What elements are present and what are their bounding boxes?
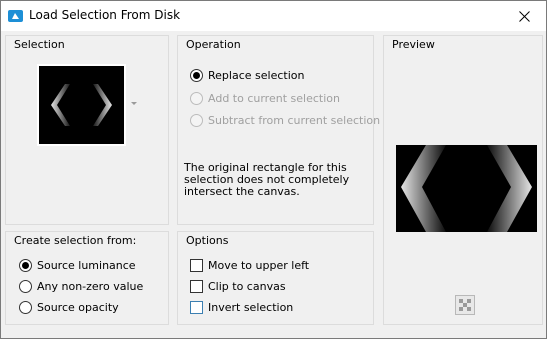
replace-selection-radio[interactable]: Replace selection (190, 67, 304, 83)
radio-label: Any non-zero value (37, 279, 144, 293)
radio-indicator (190, 91, 203, 105)
create-from-heading: Create selection from: (14, 234, 137, 247)
preview-heading: Preview (392, 38, 435, 51)
radio-label: Subtract from current selection (208, 113, 381, 127)
preview-shape-image (401, 145, 532, 232)
checkbox-box[interactable] (190, 258, 203, 272)
selection-heading: Selection (14, 38, 65, 51)
dialog-window: Load Selection From Disk Selection Opera… (0, 0, 547, 339)
move-to-upper-left-checkbox[interactable]: Move to upper left (190, 257, 309, 273)
checkbox-box[interactable] (190, 300, 203, 314)
add-to-selection-radio: Add to current selection (190, 90, 340, 106)
intersection-note: The original rectangle for this selectio… (184, 161, 350, 198)
title-bar[interactable]: Load Selection From Disk (1, 1, 546, 31)
radio-indicator (190, 113, 203, 127)
radio-indicator[interactable] (19, 279, 32, 293)
app-icon (8, 10, 23, 22)
options-heading: Options (186, 234, 229, 247)
any-non-zero-radio[interactable]: Any non-zero value (19, 278, 143, 294)
clip-to-canvas-checkbox[interactable]: Clip to canvas (190, 278, 286, 294)
radio-indicator[interactable] (19, 300, 32, 314)
transparency-checker-icon[interactable] (455, 295, 475, 315)
close-icon (518, 10, 530, 22)
checkbox-box[interactable] (190, 279, 203, 293)
selection-shape-image (51, 84, 112, 126)
radio-indicator[interactable] (190, 68, 203, 82)
checkbox-label: Move to upper left (208, 258, 310, 272)
radio-label: Source luminance (37, 258, 136, 272)
checkbox-label: Clip to canvas (208, 279, 286, 293)
radio-label: Add to current selection (208, 91, 340, 105)
invert-selection-checkbox[interactable]: Invert selection (190, 299, 293, 315)
operation-heading: Operation (186, 38, 241, 51)
subtract-from-selection-radio: Subtract from current selection (190, 112, 380, 128)
window-title: Load Selection From Disk (29, 8, 181, 22)
preview-image (396, 145, 537, 232)
radio-label: Replace selection (208, 68, 305, 82)
radio-indicator[interactable] (19, 258, 32, 272)
chevron-down-icon[interactable] (131, 102, 137, 105)
checkbox-label: Invert selection (208, 300, 294, 314)
source-luminance-radio[interactable]: Source luminance (19, 257, 136, 273)
close-button[interactable] (502, 1, 546, 31)
source-opacity-radio[interactable]: Source opacity (19, 299, 119, 315)
selection-thumbnail[interactable] (37, 64, 126, 146)
radio-label: Source opacity (37, 300, 119, 314)
